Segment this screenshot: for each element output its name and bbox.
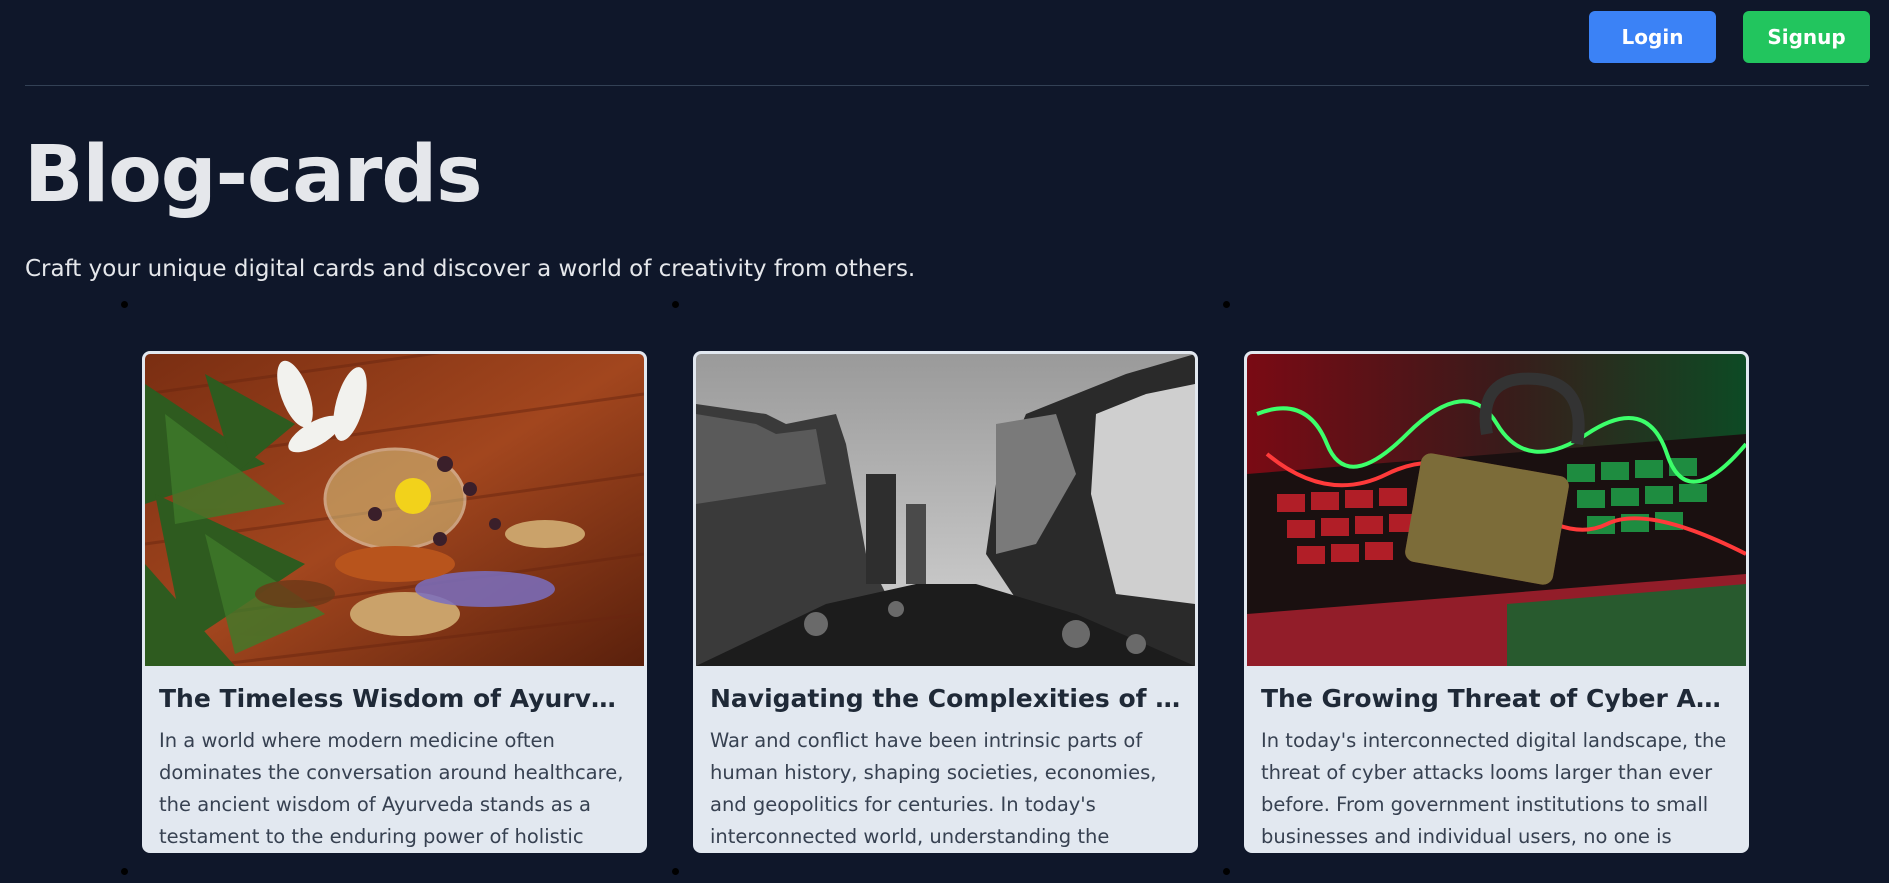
- list-bullet: [1223, 868, 1230, 875]
- cyber-attack-image: [1247, 354, 1746, 666]
- signup-button[interactable]: Signup: [1743, 11, 1870, 63]
- card-title[interactable]: The Timeless Wisdom of Ayurveda: ...: [159, 684, 630, 713]
- list-bullet: [672, 868, 679, 875]
- login-button[interactable]: Login: [1589, 11, 1716, 63]
- page-subtitle: Craft your unique digital cards and disc…: [25, 256, 916, 282]
- page-title: Blog-cards: [24, 130, 483, 220]
- card-title[interactable]: The Growing Threat of Cyber Attacks...: [1261, 684, 1732, 713]
- card-excerpt: War and conflict have been intrinsic par…: [710, 729, 1157, 848]
- card-title[interactable]: Navigating the Complexities of War ...: [710, 684, 1181, 713]
- card-excerpt: In a world where modern medicine often d…: [159, 729, 624, 848]
- blog-card-war[interactable]: Navigating the Complexities of War ... W…: [693, 351, 1198, 853]
- list-bullet: [1223, 301, 1230, 308]
- list-bullet: [121, 868, 128, 875]
- ayurveda-image: [145, 354, 644, 666]
- list-bullet: [121, 301, 128, 308]
- list-bullet: [672, 301, 679, 308]
- blog-card-cyber[interactable]: The Growing Threat of Cyber Attacks... I…: [1244, 351, 1749, 853]
- war-ruins-image: [696, 354, 1195, 666]
- blog-card-ayurveda[interactable]: The Timeless Wisdom of Ayurveda: ... In …: [142, 351, 647, 853]
- card-excerpt: In today's interconnected digital landsc…: [1261, 729, 1727, 848]
